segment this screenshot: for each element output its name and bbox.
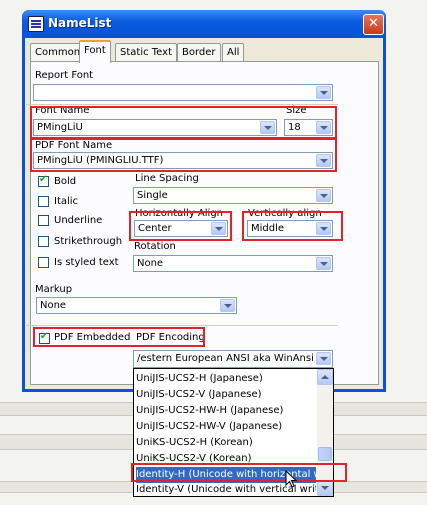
chevron-down-icon[interactable] — [260, 121, 275, 134]
title-bar[interactable]: NameList ✕ — [22, 10, 386, 38]
pdf-embedded-label: PDF Embedded — [54, 332, 131, 343]
underline-checkbox[interactable] — [38, 215, 49, 226]
pdf-encoding-value: /estern European ANSI aka WinAnsi) — [137, 353, 315, 364]
horizontal-align-label: Horizontally Align — [135, 208, 224, 219]
strikethrough-label: Strikethrough — [54, 236, 123, 247]
chevron-down-icon[interactable] — [316, 86, 331, 99]
chevron-down-icon[interactable] — [316, 154, 331, 167]
markup-value: None — [40, 300, 67, 311]
styled-text-label: Is styled text — [54, 257, 119, 268]
vertical-align-value: Middle — [251, 223, 285, 234]
strikethrough-checkbox[interactable] — [38, 236, 49, 247]
chevron-down-icon[interactable] — [316, 222, 331, 235]
chevron-down-icon[interactable] — [211, 222, 226, 235]
italic-checkbox[interactable] — [38, 196, 49, 207]
tab-border[interactable]: Border — [177, 43, 221, 61]
pdf-encoding-label: PDF Encoding — [136, 332, 205, 343]
bold-checkbox[interactable] — [38, 174, 49, 187]
font-name-select[interactable]: PMingLiU — [33, 119, 277, 136]
chevron-down-icon[interactable] — [316, 257, 331, 270]
list-item[interactable]: UniKS-UCS2-V (Korean) — [136, 451, 316, 467]
chevron-down-icon[interactable] — [316, 121, 331, 134]
window-title: NameList — [48, 16, 112, 30]
tab-font[interactable]: Font — [79, 40, 111, 63]
rotation-value: None — [137, 258, 164, 269]
size-label: Size — [286, 105, 307, 116]
pdf-font-name-select[interactable]: PMingLiU (PMINGLIU.TTF) — [33, 152, 333, 169]
chevron-down-icon[interactable] — [316, 189, 331, 202]
font-name-label: Font Name — [35, 105, 90, 116]
line-spacing-value: Single — [137, 190, 168, 201]
vertical-align-label: Vertically align — [248, 208, 322, 219]
horizontal-align-value: Center — [138, 223, 172, 234]
list-item[interactable]: UniKS-UCS2-H (Korean) — [136, 435, 316, 451]
divider — [26, 325, 338, 326]
report-font-label: Report Font — [35, 70, 94, 81]
chevron-down-icon[interactable] — [220, 299, 235, 312]
list-item[interactable]: UniJIS-UCS2-V (Japanese) — [136, 387, 316, 403]
close-button[interactable]: ✕ — [363, 14, 384, 35]
pdf-embedded-checkbox[interactable] — [39, 331, 50, 344]
chevron-down-icon[interactable] — [316, 352, 331, 365]
window-icon — [28, 16, 44, 32]
bold-label: Bold — [54, 176, 77, 187]
report-font-select[interactable] — [33, 84, 333, 101]
rotation-select[interactable]: None — [133, 255, 333, 272]
line-spacing-label: Line Spacing — [135, 173, 199, 184]
scroll-up-icon[interactable] — [317, 369, 333, 385]
vertical-align-select[interactable]: Middle — [247, 220, 333, 237]
italic-label: Italic — [54, 196, 79, 207]
size-select[interactable]: 18 — [284, 119, 333, 136]
list-item[interactable]: UniJIS-UCS2-H (Japanese) — [136, 371, 316, 387]
pdf-font-name-label: PDF Font Name — [35, 140, 113, 151]
size-value: 18 — [288, 122, 301, 133]
font-name-value: PMingLiU — [37, 122, 83, 133]
mouse-pointer-icon — [285, 470, 297, 488]
tab-static-text[interactable]: Static Text — [115, 43, 177, 61]
line-spacing-select[interactable]: Single — [133, 187, 333, 204]
rotation-label: Rotation — [134, 241, 176, 252]
styled-text-checkbox[interactable] — [38, 257, 49, 268]
horizontal-align-select[interactable]: Center — [134, 220, 228, 237]
dropdown-scrollbar[interactable] — [317, 369, 333, 496]
underline-label: Underline — [54, 215, 103, 226]
list-item[interactable]: UniJIS-UCS2-HW-H (Japanese) — [136, 403, 316, 419]
pdf-encoding-select[interactable]: /estern European ANSI aka WinAnsi) — [133, 350, 333, 368]
markup-select[interactable]: None — [36, 297, 237, 314]
scroll-thumb[interactable] — [318, 447, 332, 461]
scroll-down-icon[interactable] — [317, 480, 333, 496]
pdf-encoding-dropdown-list[interactable]: UniJIS-UCS2-H (Japanese) UniJIS-UCS2-V (… — [133, 368, 334, 497]
tab-common[interactable]: Common — [30, 43, 86, 61]
tab-all[interactable]: All — [222, 43, 245, 61]
markup-label: Markup — [35, 284, 73, 295]
list-item[interactable]: UniJIS-UCS2-HW-V (Japanese) — [136, 419, 316, 435]
pdf-font-name-value: PMingLiU (PMINGLIU.TTF) — [37, 155, 164, 166]
